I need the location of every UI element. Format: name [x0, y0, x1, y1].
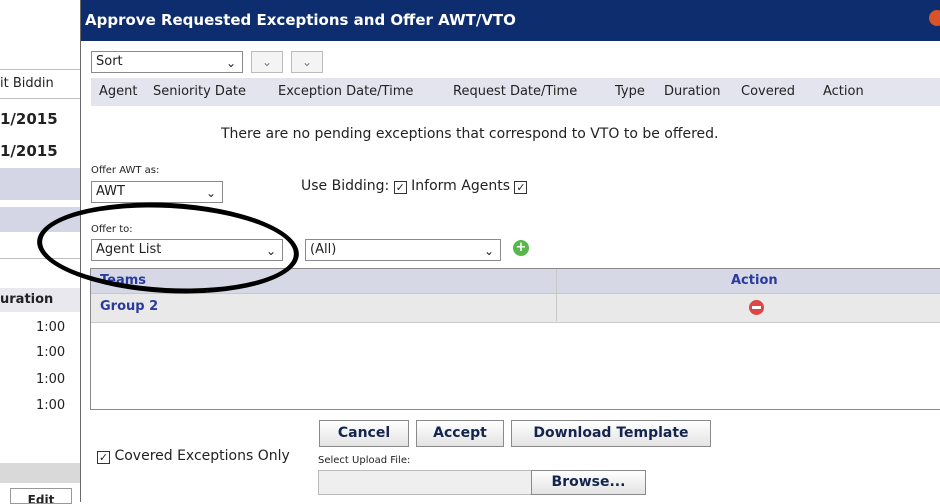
dialog-titlebar: Approve Requested Exceptions and Offer A… [81, 0, 940, 41]
column-header[interactable]: Seniority Date [153, 78, 246, 106]
column-header[interactable]: Duration [664, 78, 720, 106]
cancel-button[interactable]: Cancel [319, 420, 409, 447]
action-column-header: Action [731, 273, 778, 288]
background-page: it Biddin 1/2015 1/2015 uration 1:00 1:0… [0, 0, 80, 504]
offer-to-label: Offer to: [91, 224, 133, 235]
column-header[interactable]: Exception Date/Time [278, 78, 413, 106]
use-bidding-label: Use Bidding: [301, 178, 390, 194]
column-divider [556, 269, 557, 321]
team-name[interactable]: Group 2 [100, 299, 158, 314]
add-icon[interactable]: + [513, 240, 529, 256]
background-duration-cell: 1:00 [36, 320, 66, 335]
background-duration-header: uration [0, 288, 80, 312]
team-filter-value: (All) [310, 242, 337, 257]
dialog-title: Approve Requested Exceptions and Offer A… [85, 11, 516, 29]
inform-agents-checkbox[interactable]: ✓ [514, 181, 528, 194]
accept-button[interactable]: Accept [416, 420, 504, 447]
background-duration-cell: 1:00 [36, 398, 66, 413]
covered-only-label: Covered Exceptions Only [114, 448, 290, 464]
browse-button[interactable]: Browse... [531, 470, 646, 495]
column-header[interactable]: Agent [99, 78, 137, 106]
offer-awt-value: AWT [96, 184, 125, 199]
chevron-down-icon: ⌄ [205, 186, 216, 200]
empty-message: There are no pending exceptions that cor… [221, 126, 719, 142]
close-icon[interactable] [929, 10, 940, 26]
background-band [0, 168, 80, 200]
column-header[interactable]: Type [615, 78, 645, 106]
sort-select[interactable]: Sort ⌄ [91, 51, 243, 73]
sort-order-select[interactable]: ⌄ [251, 51, 283, 73]
sort-select-value: Sort [96, 54, 123, 69]
teams-grid-header: Teams Action [91, 269, 940, 293]
teams-grid: Teams Action Group 2 [90, 268, 940, 410]
approve-exceptions-dialog: Approve Requested Exceptions and Offer A… [34, 0, 940, 502]
chevron-down-icon: ⌄ [225, 56, 236, 70]
divider [0, 98, 80, 99]
exceptions-table-header: Agent Seniority Date Exception Date/Time… [91, 78, 940, 106]
covered-only-checkbox[interactable]: ✓ [97, 451, 110, 464]
covered-only-option: ✓ Covered Exceptions Only [97, 448, 290, 464]
remove-icon[interactable] [749, 300, 764, 315]
divider [0, 258, 80, 259]
inform-agents-label: Inform Agents [411, 178, 510, 194]
background-column-label: it Biddin [0, 76, 54, 91]
teams-column-header[interactable]: Teams [100, 273, 146, 288]
chevron-down-icon: ⌄ [261, 55, 273, 69]
chevron-down-icon: ⌄ [483, 244, 494, 258]
offer-awt-label: Offer AWT as: [91, 165, 160, 176]
background-duration-cell: 1:00 [36, 345, 66, 360]
background-band [0, 463, 80, 483]
use-bidding-checkbox[interactable]: ✓ [393, 181, 407, 194]
bidding-options: Use Bidding: ✓ Inform Agents ✓ [301, 178, 528, 194]
background-duration-cell: 1:00 [36, 372, 66, 387]
chevron-down-icon: ⌄ [301, 55, 313, 69]
column-header[interactable]: Request Date/Time [453, 78, 577, 106]
sort-secondary-select[interactable]: ⌄ [291, 51, 323, 73]
upload-label: Select Upload File: [318, 455, 411, 466]
table-row: Group 2 [91, 293, 940, 323]
background-band [0, 207, 80, 232]
offer-to-value: Agent List [96, 242, 162, 257]
offer-to-select[interactable]: Agent List ⌄ [91, 239, 283, 261]
column-header[interactable]: Action [823, 78, 864, 106]
column-header[interactable]: Covered [741, 78, 795, 106]
team-filter-select[interactable]: (All) ⌄ [305, 239, 501, 261]
background-date: 1/2015 [0, 142, 58, 160]
download-template-button[interactable]: Download Template [511, 420, 711, 447]
background-date: 1/2015 [0, 110, 58, 128]
chevron-down-icon: ⌄ [265, 244, 276, 258]
offer-awt-select[interactable]: AWT ⌄ [91, 181, 223, 203]
divider [0, 69, 80, 70]
